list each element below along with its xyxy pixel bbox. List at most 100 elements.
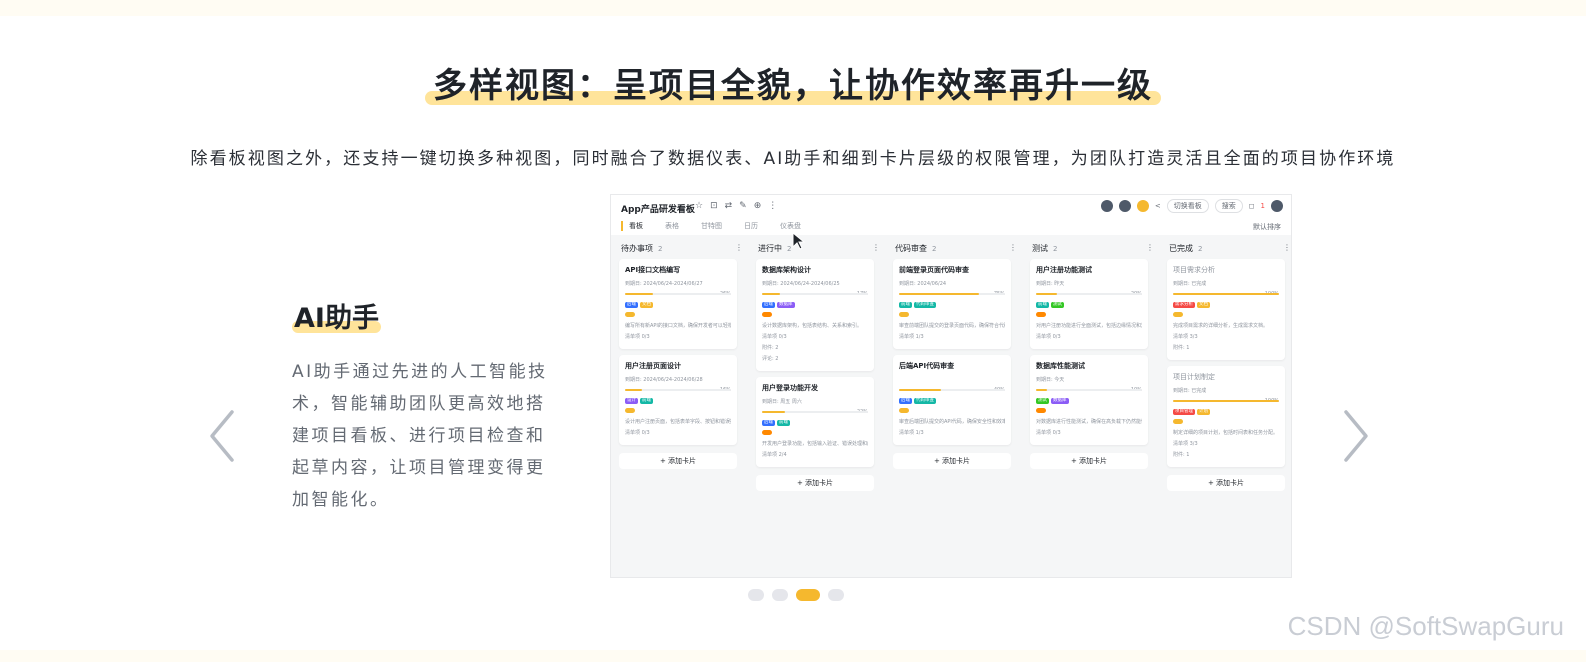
tab-calendar: 日历 bbox=[744, 222, 758, 230]
tag-badge: 前端 bbox=[1036, 301, 1049, 308]
task-card: 前端登录页面代码审查到期日: 2024/06/2475%前端代码审查审查前端团队… bbox=[893, 259, 1011, 349]
more-icon: ⋮ bbox=[1283, 243, 1291, 252]
carousel-dot[interactable] bbox=[828, 589, 844, 601]
card-priority bbox=[625, 310, 731, 321]
progress-bar bbox=[899, 293, 1005, 295]
add-card-button: + 添加卡片 bbox=[1167, 475, 1285, 491]
board-header-actions: < 切换看板 搜索 ◻ 1 bbox=[1100, 199, 1283, 213]
card-description: 开发用户登录功能，包括输入验证、错误处理和成功登录跳转。 bbox=[762, 441, 868, 447]
add-card-button: + 添加卡片 bbox=[619, 453, 737, 469]
task-card: 用户登录功能开发到期日: 周五 周六22%后端前端开发用户登录功能，包括输入验证… bbox=[756, 377, 874, 467]
card-comments: 评论: 2 bbox=[762, 356, 779, 362]
card-due-date: 到期日: 2024/06/24 bbox=[899, 281, 947, 287]
card-checklist: 清单项 1/3 bbox=[899, 334, 924, 340]
brush-icon: ✎ bbox=[739, 201, 747, 211]
card-attachments: 附件: 2 bbox=[762, 345, 779, 351]
tag-badge: 测试 bbox=[1036, 397, 1049, 404]
progress-fill bbox=[1173, 293, 1279, 295]
tab-gantt: 甘特图 bbox=[701, 222, 722, 230]
tag-badge: 后端 bbox=[899, 397, 912, 404]
priority-badge bbox=[625, 408, 635, 413]
progress-fill bbox=[899, 389, 942, 391]
tag-badge: 数据库 bbox=[1051, 397, 1069, 404]
priority-badge bbox=[625, 312, 635, 317]
card-attachments: 附件: 1 bbox=[1173, 452, 1190, 458]
card-description: 设计用户注册页面，包括表单字段、按钮和错误提示。 bbox=[625, 419, 731, 425]
share-icon: < bbox=[1154, 202, 1161, 210]
card-priority bbox=[1036, 406, 1142, 417]
tab-kanban: 看板 bbox=[621, 221, 643, 231]
task-card: API接口文档编写到期日: 2024/06/24-2024/06/2726%后端… bbox=[619, 259, 737, 349]
top-band bbox=[0, 0, 1586, 16]
card-checklist: 清单项 0/3 bbox=[762, 334, 787, 340]
card-tags: 前端 代码审查 bbox=[899, 299, 1005, 310]
card-priority bbox=[899, 310, 1005, 321]
more-icon: ⋮ bbox=[768, 201, 778, 211]
carousel-prev-button[interactable] bbox=[206, 408, 238, 464]
carousel-next-button[interactable] bbox=[1340, 408, 1372, 464]
progress-fill bbox=[1036, 389, 1047, 391]
column-header: 测试 2 bbox=[1032, 244, 1058, 253]
board-column: 进行中2⋮数据库架构设计到期日: 2024/06/24-2024/06/2517… bbox=[750, 235, 882, 577]
card-priority bbox=[1173, 310, 1279, 321]
robot-icon: ⊕ bbox=[753, 201, 762, 211]
progress-fill bbox=[762, 293, 781, 295]
carousel-dot[interactable] bbox=[772, 589, 788, 601]
more-icon: ⋮ bbox=[1009, 243, 1017, 252]
card-priority bbox=[625, 406, 731, 417]
tab-dashboard: 仪表盘 bbox=[780, 222, 801, 230]
tag-badge: 项目管理 bbox=[1173, 408, 1195, 415]
priority-badge bbox=[762, 430, 772, 435]
task-card: 数据库性能测试到期日: 今天10%测试数据库对数据库进行性能测试，确保在高负载下… bbox=[1030, 355, 1148, 445]
carousel-dot-active[interactable] bbox=[796, 589, 820, 601]
card-priority bbox=[899, 406, 1005, 417]
board-column: 待办事项 2 ⋮ API接口文档编写 到期日: 2024/06/24-2024/06/2… bbox=[613, 235, 745, 577]
card-description: 制定详细的项目计划，包括时间表和任务分配。 bbox=[1173, 430, 1279, 436]
avatar bbox=[1118, 200, 1131, 212]
star-icon: ☆ bbox=[695, 201, 704, 211]
card-tags: 测试 数据库 bbox=[1036, 395, 1142, 406]
card-title: 用户注册页面设计 bbox=[625, 362, 681, 370]
card-priority bbox=[762, 428, 868, 439]
board-column: 测试2⋮用户注册功能测试到期日: 昨天20%前端测试对用户注册功能进行全面测试，… bbox=[1024, 235, 1156, 577]
tag-badge: 前端 bbox=[777, 419, 790, 426]
card-attachments: 附件: 1 bbox=[1173, 345, 1190, 351]
add-card-button: + 添加卡片 bbox=[1030, 453, 1148, 469]
chevron-right-icon bbox=[1344, 410, 1368, 462]
card-due-date: 到期日: 2024/06/24-2024/06/25 bbox=[762, 281, 840, 287]
card-title: 数据库架构设计 bbox=[762, 266, 811, 274]
card-due-date: 到期日: 2024/06/24-2024/06/27 bbox=[625, 281, 703, 287]
feature-title: AI助手 bbox=[292, 296, 381, 335]
card-checklist: 清单项 0/3 bbox=[625, 334, 650, 340]
card-due-date: 到期日: 2024/06/24-2024/06/28 bbox=[625, 377, 703, 383]
switch-board-button: 切换看板 bbox=[1166, 199, 1209, 213]
card-tags: 设计 前端 bbox=[625, 395, 731, 406]
progress-bar bbox=[625, 293, 731, 295]
board-column: 代码审查2⋮前端登录页面代码审查到期日: 2024/06/2475%前端代码审查… bbox=[887, 235, 1019, 577]
card-title: 数据库性能测试 bbox=[1036, 362, 1085, 370]
card-title: 用户注册功能测试 bbox=[1036, 266, 1092, 274]
tag-badge: 计划 bbox=[1197, 408, 1210, 415]
card-title: 项目需求分析 bbox=[1173, 266, 1215, 274]
more-icon: ⋮ bbox=[1146, 243, 1154, 252]
task-card: 后端API代码审查40%后端代码审查审查后端团队提交的API代码，确保安全性和效… bbox=[893, 355, 1011, 445]
card-priority bbox=[1036, 310, 1142, 321]
priority-badge bbox=[1173, 312, 1183, 317]
progress-bar bbox=[1036, 293, 1142, 295]
progress-fill bbox=[762, 411, 786, 413]
card-description: 设计数据库架构，包括表结构、关系和索引。 bbox=[762, 323, 863, 329]
product-screenshot: App产品研发看板 ☆ ⊡ ⇄ ✎ ⊕ ⋮ < 切换看板 搜索 ◻ 1 看板 表… bbox=[610, 194, 1292, 578]
tab-table: 表格 bbox=[665, 222, 679, 230]
card-description: 编写所有新API的接口文档，确保开发者可以轻松使用。 bbox=[625, 323, 731, 329]
section-heading: 多样视图：呈项目全貌，让协作效率再升一级 bbox=[0, 58, 1586, 107]
carousel-pagination bbox=[748, 589, 844, 601]
card-due-date: 到期日: 昨天 bbox=[1036, 281, 1065, 287]
card-description: 审查前端团队提交的登录页面代码，确保符合代码规范和性能要求。 bbox=[899, 323, 1005, 329]
add-card-button: + 添加卡片 bbox=[893, 453, 1011, 469]
carousel-dot[interactable] bbox=[748, 589, 764, 601]
chevron-left-icon bbox=[210, 410, 234, 462]
column-count: 2 bbox=[1053, 245, 1058, 253]
avatar bbox=[1271, 200, 1283, 212]
card-checklist: 清单项 0/3 bbox=[1036, 430, 1061, 436]
card-due-date: 到期日: 周五 周六 bbox=[762, 399, 802, 405]
